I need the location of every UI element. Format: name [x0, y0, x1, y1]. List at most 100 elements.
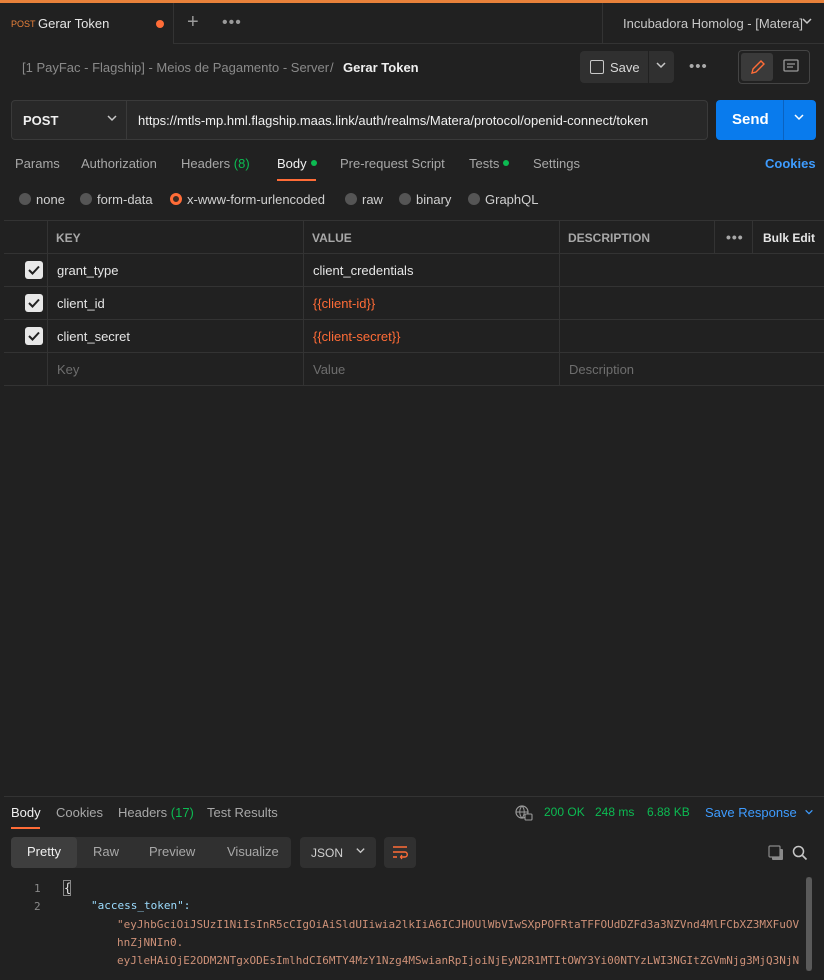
- tab-headers[interactable]: Headers (8): [181, 156, 250, 171]
- param-key[interactable]: client_id: [57, 296, 105, 311]
- cookies-link[interactable]: Cookies: [765, 156, 816, 171]
- status-badge[interactable]: 200 OK: [544, 805, 585, 819]
- param-value[interactable]: {{client-id}}: [313, 296, 375, 311]
- radio-none[interactable]: [19, 193, 31, 205]
- response-view-tabs: Pretty Raw Preview Visualize: [11, 837, 291, 868]
- tab-headers-label: Headers: [181, 156, 231, 171]
- save-label: Save: [610, 60, 640, 75]
- method-label: POST: [23, 113, 59, 128]
- column-options-icon[interactable]: •••: [726, 229, 744, 245]
- copy-icon[interactable]: [768, 845, 784, 864]
- method-select[interactable]: POST: [11, 100, 127, 140]
- param-value[interactable]: {{client-secret}}: [313, 329, 400, 344]
- radio-graphql[interactable]: [468, 193, 480, 205]
- wrap-lines-button[interactable]: [384, 837, 416, 868]
- bulk-edit-button[interactable]: Bulk Edit: [763, 231, 815, 245]
- view-mode-toggle: [738, 50, 810, 84]
- response-body-code[interactable]: 1 2 { "access_token": "eyJhbGciOiJSUzI1N…: [4, 876, 816, 980]
- tab-body[interactable]: Body: [277, 156, 317, 171]
- tab-tests[interactable]: Tests: [469, 156, 510, 171]
- page-title[interactable]: Gerar Token: [343, 60, 419, 75]
- edit-mode-button[interactable]: [741, 53, 773, 81]
- param-value[interactable]: client_credentials: [313, 263, 413, 278]
- radio-raw[interactable]: [345, 193, 357, 205]
- request-tab-gerar-token[interactable]: POST Gerar Token: [0, 3, 174, 44]
- radio-label-x-www-form-urlencoded[interactable]: x-www-form-urlencoded: [187, 192, 325, 207]
- param-key[interactable]: grant_type: [57, 263, 118, 278]
- breadcrumb-path[interactable]: [1 PayFac - Flagship] - Meios de Pagamen…: [22, 60, 329, 75]
- view-tab-raw[interactable]: Raw: [93, 844, 119, 859]
- response-time[interactable]: 248 ms: [595, 805, 634, 819]
- new-value-input[interactable]: Value: [313, 362, 345, 377]
- scrollbar-thumb[interactable]: [806, 877, 812, 971]
- tab-settings[interactable]: Settings: [533, 156, 580, 171]
- save-response-label: Save Response: [705, 805, 797, 820]
- view-tab-visualize[interactable]: Visualize: [227, 844, 279, 859]
- tab-params[interactable]: Params: [15, 156, 60, 171]
- header-value: VALUE: [312, 231, 352, 245]
- documentation-icon[interactable]: [775, 53, 807, 81]
- row-enabled-checkbox[interactable]: [25, 327, 43, 345]
- tab-pre-request-script[interactable]: Pre-request Script: [340, 156, 445, 171]
- radio-label-none[interactable]: none: [36, 192, 65, 207]
- more-actions-icon[interactable]: •••: [689, 58, 708, 75]
- globe-network-icon[interactable]: [515, 805, 533, 824]
- tab-method-badge: POST: [11, 19, 36, 29]
- response-active-underline: [11, 827, 40, 829]
- response-scrollbar[interactable]: [806, 877, 812, 971]
- response-headers-count: (17): [170, 805, 194, 820]
- json-string-line: eyJleHAiOjE2ODM2NTgxODEsImlhdCI6MTY4MzY1…: [117, 954, 800, 967]
- search-icon[interactable]: [792, 845, 808, 864]
- response-tab-headers[interactable]: Headers (17): [118, 805, 194, 820]
- response-tab-headers-label: Headers: [118, 805, 168, 820]
- tab-authorization[interactable]: Authorization: [81, 156, 157, 171]
- new-description-input[interactable]: Description: [569, 362, 634, 377]
- param-key[interactable]: client_secret: [57, 329, 130, 344]
- radio-label-binary[interactable]: binary: [416, 192, 451, 207]
- json-key: "access_token":: [91, 899, 191, 912]
- send-options-chevron-icon[interactable]: [793, 111, 805, 126]
- format-label: JSON: [311, 846, 344, 860]
- col-divider: [303, 254, 304, 286]
- open-brace: {: [63, 880, 72, 896]
- col-divider: [559, 287, 560, 319]
- radio-form-data[interactable]: [80, 193, 92, 205]
- save-response-button[interactable]: Save Response: [705, 805, 814, 820]
- json-string-line: "eyJhbGciOiJSUzI1NiIsInR5cCIgOiAiSldUIiw…: [117, 918, 800, 931]
- new-key-input[interactable]: Key: [57, 362, 79, 377]
- radio-binary[interactable]: [399, 193, 411, 205]
- format-select[interactable]: JSON: [300, 837, 376, 868]
- active-tab-underline: [277, 179, 316, 181]
- radio-label-graphql[interactable]: GraphQL: [485, 192, 538, 207]
- new-tab-plus-icon[interactable]: +: [187, 11, 199, 34]
- radio-label-raw[interactable]: raw: [362, 192, 383, 207]
- radio-label-form-data[interactable]: form-data: [97, 192, 153, 207]
- radio-x-www-form-urlencoded[interactable]: [170, 193, 182, 205]
- response-tab-cookies[interactable]: Cookies: [56, 805, 103, 820]
- wrap-lines-icon: [393, 846, 408, 860]
- response-tab-body[interactable]: Body: [11, 805, 41, 820]
- row-enabled-checkbox[interactable]: [25, 294, 43, 312]
- tests-indicator-dot-icon: [503, 160, 510, 166]
- tab-more-icon[interactable]: •••: [222, 14, 242, 32]
- view-tab-pretty[interactable]: Pretty: [27, 844, 61, 859]
- save-button[interactable]: Save: [580, 51, 674, 83]
- chevron-down-icon: [801, 15, 813, 30]
- unsaved-dot-icon: [156, 20, 164, 28]
- body-indicator-dot-icon: [310, 160, 317, 166]
- response-size[interactable]: 6.88 KB: [647, 805, 690, 819]
- line-number: 2: [34, 900, 41, 913]
- send-button[interactable]: Send: [716, 100, 816, 140]
- view-tab-preview[interactable]: Preview: [149, 844, 195, 859]
- environment-selector[interactable]: Incubadora Homolog - [Matera]: [602, 3, 824, 44]
- url-input[interactable]: https://mtls-mp.hml.flagship.maas.link/a…: [127, 100, 708, 140]
- col-divider: [303, 287, 304, 319]
- col-divider: [47, 254, 48, 286]
- response-tab-test-results[interactable]: Test Results: [207, 805, 278, 820]
- row-enabled-checkbox[interactable]: [25, 261, 43, 279]
- tab-body-label: Body: [277, 156, 307, 171]
- response-divider[interactable]: [4, 796, 824, 797]
- col-divider: [47, 353, 48, 385]
- save-options-chevron-icon[interactable]: [655, 59, 667, 74]
- tab-title: Gerar Token: [38, 16, 110, 31]
